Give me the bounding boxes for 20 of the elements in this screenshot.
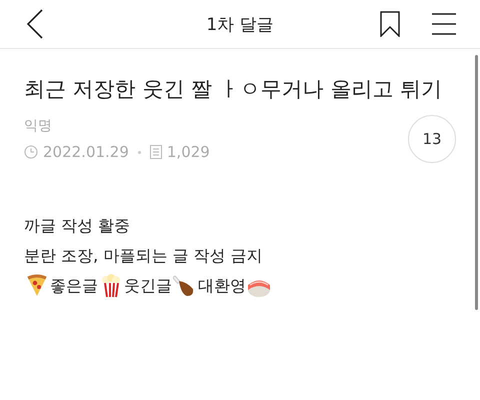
body-text: 웃긴글: [124, 276, 172, 296]
comment-count[interactable]: 13: [408, 115, 456, 163]
scrollbar[interactable]: [475, 55, 478, 310]
popcorn-icon: [99, 274, 123, 298]
pizza-icon: [25, 274, 49, 298]
page-title: 1차 달글: [206, 14, 274, 36]
back-icon[interactable]: [26, 9, 44, 39]
menu-icon[interactable]: [432, 13, 456, 35]
body-text: 분란 조장, 마플되는 글 작성 금지: [24, 245, 264, 267]
author-name: 익명: [24, 117, 53, 135]
bookmark-icon[interactable]: [380, 11, 400, 37]
post-title: 최근 저장한 웃긴 짤 ㅏㅇ무거나 올리고 튀기: [24, 76, 444, 103]
clock-icon: [24, 145, 38, 159]
body-text: 대환영: [198, 276, 246, 296]
body-text: 까글 작성 활중: [24, 215, 132, 237]
post-date: 2022.01.29: [43, 143, 129, 161]
document-icon: [150, 145, 162, 159]
body-text: 좋은글: [50, 276, 98, 296]
view-count: 1,029: [166, 143, 210, 161]
separator-dot: [138, 150, 141, 154]
